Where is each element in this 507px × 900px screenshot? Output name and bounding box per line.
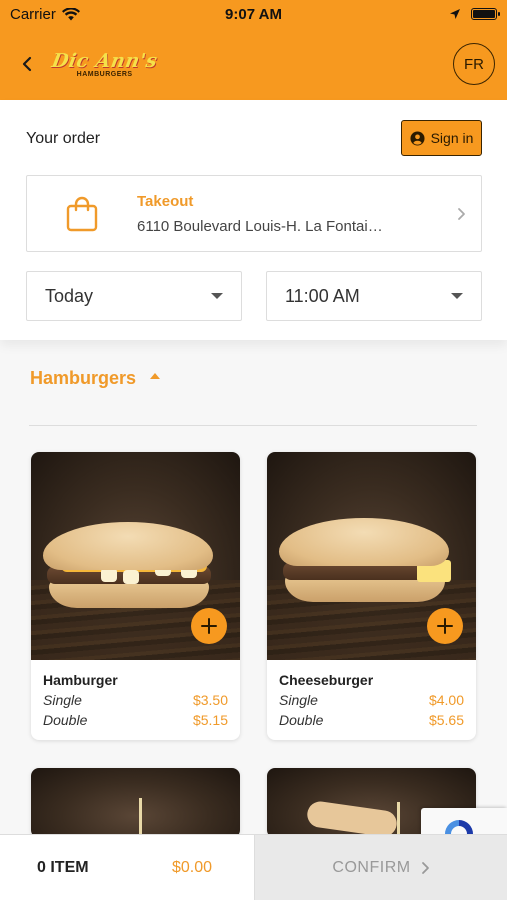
logo-text: Dic Ann's xyxy=(50,50,160,72)
date-select[interactable]: Today xyxy=(26,271,242,321)
caret-up-icon xyxy=(150,372,161,379)
bun-bottom xyxy=(49,580,209,608)
bun-top xyxy=(43,522,213,570)
sign-in-label: Sign in xyxy=(430,130,474,146)
toothpick xyxy=(397,802,400,838)
time-value: 11:00 AM xyxy=(285,285,360,306)
confirm-button[interactable]: CONFIRM xyxy=(254,835,507,900)
product-name: Hamburger xyxy=(43,672,118,688)
price-row: Single $3.50 xyxy=(43,692,228,708)
onion xyxy=(123,570,139,584)
app-header: Dic Ann's HAMBURGERS FR xyxy=(0,28,507,100)
carrier-label: Carrier xyxy=(10,5,56,23)
takeout-label: Takeout xyxy=(137,192,194,210)
cart-item-count: 0 ITEM xyxy=(37,858,89,876)
battery-icon xyxy=(471,8,500,20)
option-label: Double xyxy=(43,712,88,728)
cart-bar: 0 ITEM $0.00 CONFIRM xyxy=(0,834,507,900)
carrier-group: Carrier xyxy=(10,6,80,23)
bag-icon-wrap xyxy=(27,196,137,232)
order-panel: Your order Sign in Takeout 6110 Boulevar… xyxy=(0,100,507,340)
confirm-label: CONFIRM xyxy=(332,858,411,876)
date-value: Today xyxy=(45,285,94,306)
add-to-cart-button[interactable] xyxy=(427,608,463,644)
price-row: Single $4.00 xyxy=(279,692,464,708)
hotdog-bun xyxy=(305,799,399,838)
option-price: $5.65 xyxy=(428,712,464,728)
option-price: $3.50 xyxy=(192,692,228,708)
brand-logo: Dic Ann's HAMBURGERS xyxy=(50,50,160,78)
section-divider xyxy=(29,425,477,426)
chevron-right-wrap xyxy=(441,207,481,221)
language-toggle-button[interactable]: FR xyxy=(453,43,495,85)
status-bar: Carrier 9:07 AM xyxy=(0,0,507,28)
price-row: Double $5.65 xyxy=(279,712,464,728)
product-card-hamburger[interactable]: Hamburger Single $3.50 Double $5.15 xyxy=(31,452,240,740)
product-card-cheeseburger[interactable]: Cheeseburger Single $4.00 Double $5.65 xyxy=(267,452,476,740)
plus-icon xyxy=(437,618,453,634)
time-select[interactable]: 11:00 AM xyxy=(266,271,482,321)
status-right xyxy=(449,8,500,20)
cart-total: $0.00 xyxy=(171,858,212,876)
toothpick xyxy=(139,798,142,834)
section-header-hamburgers[interactable]: Hamburgers xyxy=(30,368,161,389)
back-button[interactable] xyxy=(12,49,42,79)
cart-summary[interactable]: 0 ITEM $0.00 xyxy=(0,835,254,900)
product-card-partial[interactable] xyxy=(31,768,240,838)
chevron-right-icon xyxy=(421,861,429,874)
onion xyxy=(101,568,117,582)
option-price: $5.15 xyxy=(192,712,228,728)
shopping-bag-icon xyxy=(66,196,98,231)
product-info: Cheeseburger Single $4.00 Double $5.65 xyxy=(267,660,476,740)
option-label: Double xyxy=(279,712,324,728)
logo-subtext: HAMBURGERS xyxy=(76,71,133,78)
user-circle-icon xyxy=(410,130,425,146)
option-label: Single xyxy=(279,692,318,708)
product-image xyxy=(31,452,240,660)
sign-in-button[interactable]: Sign in xyxy=(401,120,482,156)
takeout-text: Takeout 6110 Boulevard Louis-H. La Fonta… xyxy=(137,193,441,235)
takeout-address: 6110 Boulevard Louis-H. La Fontai… xyxy=(137,217,383,235)
takeout-location-selector[interactable]: Takeout 6110 Boulevard Louis-H. La Fonta… xyxy=(26,175,482,252)
option-label: Single xyxy=(43,692,82,708)
order-title: Your order xyxy=(26,130,101,147)
product-image xyxy=(267,452,476,660)
caret-down-icon xyxy=(451,293,463,299)
option-price: $4.00 xyxy=(428,692,464,708)
chevron-left-icon xyxy=(22,56,32,72)
product-info: Hamburger Single $3.50 Double $5.15 xyxy=(31,660,240,740)
location-arrow-icon xyxy=(450,9,460,19)
price-row: Double $5.15 xyxy=(43,712,228,728)
section-title: Hamburgers xyxy=(30,368,137,388)
caret-down-icon xyxy=(211,293,223,299)
chevron-right-icon xyxy=(457,207,465,220)
plus-icon xyxy=(201,618,217,634)
product-name: Cheeseburger xyxy=(279,672,374,688)
add-to-cart-button[interactable] xyxy=(191,608,227,644)
product-image xyxy=(31,768,240,838)
wifi-icon xyxy=(61,7,80,20)
bun-top xyxy=(279,518,449,566)
